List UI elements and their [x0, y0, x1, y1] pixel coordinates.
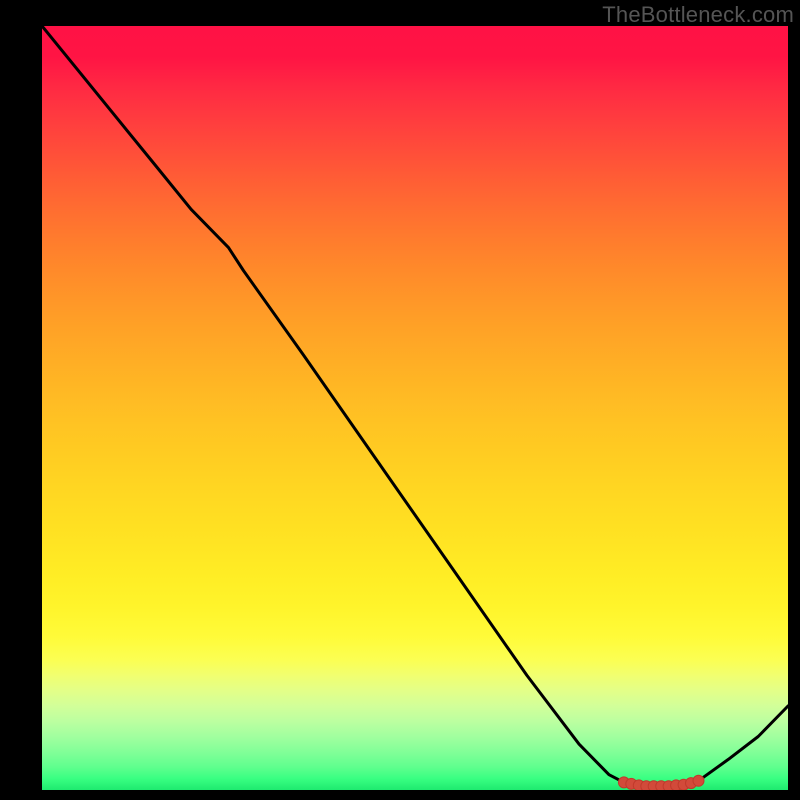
chart-frame: TheBottleneck.com: [0, 0, 800, 800]
watermark-text: TheBottleneck.com: [602, 2, 794, 28]
chart-overlay-svg: [42, 26, 788, 790]
bottleneck-curve: [42, 26, 788, 786]
optimal-marker: [693, 775, 704, 786]
plot-area: [42, 26, 788, 790]
